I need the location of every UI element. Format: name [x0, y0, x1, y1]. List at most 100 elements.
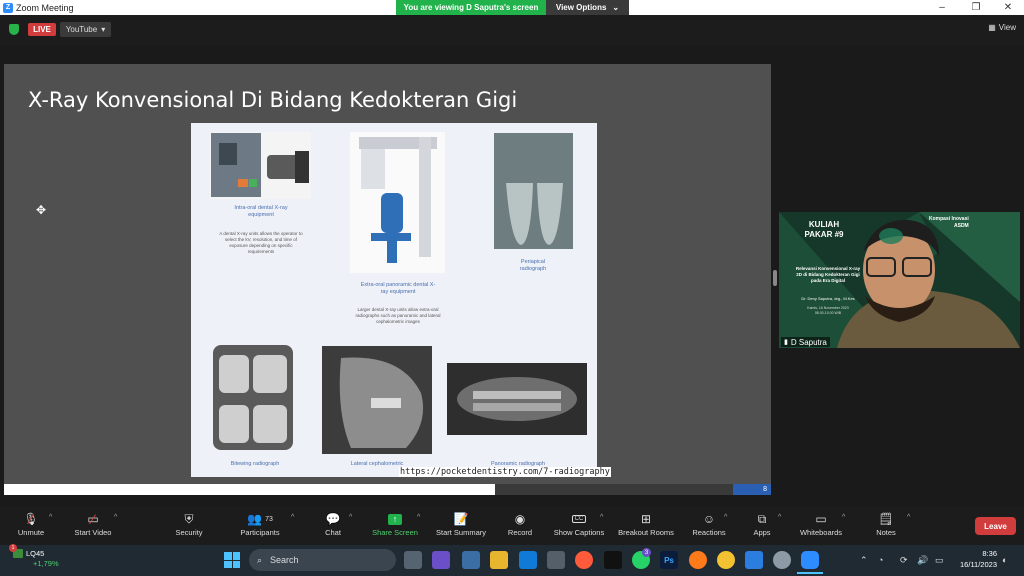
- task-view-icon[interactable]: [404, 551, 422, 569]
- notification-icon[interactable]: ◐: [1002, 555, 1007, 565]
- summary-icon: 📝: [453, 512, 469, 526]
- stock-chart-icon: 1: [9, 544, 23, 559]
- window-title: Zoom Meeting: [16, 2, 74, 13]
- intraoral-xray-image: [210, 132, 311, 199]
- whiteboards-caret[interactable]: ^: [842, 514, 845, 521]
- slide-caption-5: Lateral cephalometric: [350, 461, 404, 467]
- tiktok-icon[interactable]: [604, 551, 622, 569]
- youtube-dropdown[interactable]: YouTube ▾: [60, 22, 111, 37]
- view-options-button[interactable]: View Options ⌄: [546, 0, 629, 15]
- maps-icon[interactable]: [575, 551, 593, 569]
- participants-caret[interactable]: ^: [291, 514, 294, 521]
- panoramic-radiograph-image: [447, 363, 587, 435]
- file-explorer-icon[interactable]: [462, 551, 480, 569]
- participants-count: 73: [265, 515, 273, 523]
- chat-icon: 💬: [325, 512, 341, 526]
- security-button[interactable]: ⛨ Security: [172, 510, 206, 543]
- participant-name-tag: ▮ D Saputra: [781, 337, 830, 347]
- video-options-caret[interactable]: ^: [114, 514, 117, 521]
- taskbar-search-input[interactable]: ⌕ Search: [249, 549, 396, 571]
- chat-button[interactable]: 💬 Chat: [322, 510, 344, 543]
- minimize-button[interactable]: –: [927, 0, 957, 15]
- show-captions-label: Show Captions: [553, 528, 605, 537]
- maximize-button[interactable]: ❐: [961, 0, 991, 15]
- breakout-rooms-button[interactable]: ⊞ Breakout Rooms: [614, 510, 678, 543]
- notes-caret[interactable]: ^: [907, 514, 910, 521]
- event-banner-line1: KULIAH: [808, 220, 840, 229]
- speaker-video-tile[interactable]: KULIAH PAKAR #9 Relevansi Konvensional X…: [779, 212, 1020, 348]
- signal-bars-icon: ▮: [784, 339, 788, 346]
- captions-icon-text: CC: [571, 515, 587, 523]
- record-button[interactable]: ◉ Record: [505, 510, 535, 543]
- event-banner-time: 08.00-10.00 WIB: [814, 311, 842, 315]
- word-icon[interactable]: [745, 551, 763, 569]
- start-summary-button[interactable]: 📝 Start Summary: [432, 510, 490, 543]
- stock-widget[interactable]: 1 LQ45 +1,79%: [9, 544, 59, 569]
- slide-description-1: A dental X-ray units allows the operator…: [219, 231, 303, 255]
- encryption-shield-icon[interactable]: [9, 24, 19, 35]
- caret-down-icon: ▾: [101, 25, 106, 34]
- start-video-button[interactable]: ▭ ⁄ Start Video: [70, 510, 116, 543]
- chat-caret[interactable]: ^: [349, 514, 352, 521]
- whiteboards-button[interactable]: ▭ Whiteboards: [796, 510, 846, 543]
- taskbar-clock[interactable]: 8:36 16/11/2023: [951, 549, 997, 570]
- leave-button[interactable]: Leave: [975, 517, 1016, 535]
- settings-icon[interactable]: [773, 551, 791, 569]
- participant-name: D Saputra: [790, 337, 827, 347]
- panoramic-unit-image: [350, 132, 445, 273]
- slide-caption-1: Intra-oral dental X-ray equipment: [234, 205, 288, 219]
- folder-icon[interactable]: [490, 551, 508, 569]
- close-button[interactable]: ✕: [993, 0, 1023, 15]
- youtube-label: YouTube: [65, 25, 98, 34]
- reactions-button[interactable]: ☺ Reactions: [690, 510, 728, 543]
- split-resize-handle[interactable]: [773, 270, 777, 286]
- live-badge[interactable]: LIVE: [28, 23, 56, 36]
- zoom-app-icon[interactable]: [801, 551, 819, 569]
- view-options-label: View Options: [555, 3, 607, 12]
- video-off-icon: ▭ ⁄: [87, 511, 99, 527]
- reactions-icon: ☺: [702, 512, 716, 526]
- periapical-image: [494, 133, 573, 249]
- audio-options-caret[interactable]: ^: [49, 514, 52, 521]
- clock-date: 16/11/2023: [960, 559, 997, 569]
- captions-caret[interactable]: ^: [600, 514, 603, 521]
- camera-icon[interactable]: [547, 551, 565, 569]
- teams-chat-icon[interactable]: [432, 551, 450, 569]
- event-banner-line2: PAKAR #9: [804, 230, 844, 240]
- store-icon[interactable]: [519, 551, 537, 569]
- battery-icon[interactable]: ▭: [935, 555, 944, 566]
- share-screen-button[interactable]: ↑ Share Screen: [370, 510, 420, 543]
- apps-button[interactable]: ⧉ Apps: [750, 510, 774, 543]
- unmute-button[interactable]: 🎙 ⁄ Unmute: [14, 510, 48, 543]
- view-label: View: [998, 23, 1016, 32]
- firefox-icon[interactable]: [689, 551, 707, 569]
- view-button[interactable]: ▦ View: [988, 23, 1016, 32]
- share-screen-caret[interactable]: ^: [417, 514, 420, 521]
- tray-overflow-icon[interactable]: ⌃: [860, 555, 868, 566]
- notes-label: Notes: [876, 528, 896, 537]
- viewing-text: You are viewing D Saputra's screen: [396, 0, 546, 15]
- slide-illustrations: [210, 132, 587, 454]
- reactions-label: Reactions: [692, 528, 726, 537]
- reactions-caret[interactable]: ^: [724, 514, 727, 521]
- slide-caption-2: Extra-oral panoramic dental X-ray equipm…: [360, 282, 436, 296]
- event-banner-speaker: Dr. Deny Saputra, drg., M.Kes: [801, 296, 855, 301]
- active-app-indicator: [797, 572, 823, 574]
- event-banner-logo-2: ASDM: [954, 223, 969, 229]
- search-placeholder: Search: [270, 555, 299, 565]
- viewing-banner: You are viewing D Saputra's screen View …: [396, 0, 629, 15]
- search-icon: ⌕: [257, 554, 263, 565]
- notes-button[interactable]: 🗒 Notes: [874, 510, 898, 543]
- apps-caret[interactable]: ^: [778, 514, 781, 521]
- wifi-icon[interactable]: ◔: [878, 555, 883, 565]
- windows-start-icon[interactable]: [224, 552, 240, 568]
- photoshop-icon[interactable]: Ps: [660, 551, 678, 569]
- clock-time: 8:36: [982, 549, 997, 558]
- meeting-topbar: [0, 15, 1024, 45]
- sync-icon[interactable]: ⟳: [900, 555, 908, 566]
- chrome-icon[interactable]: [717, 551, 735, 569]
- volume-icon[interactable]: 🔊: [917, 555, 928, 566]
- whatsapp-icon[interactable]: 3: [632, 548, 651, 569]
- participants-button[interactable]: 👥 73 Participants: [236, 510, 284, 543]
- apps-label: Apps: [753, 528, 771, 537]
